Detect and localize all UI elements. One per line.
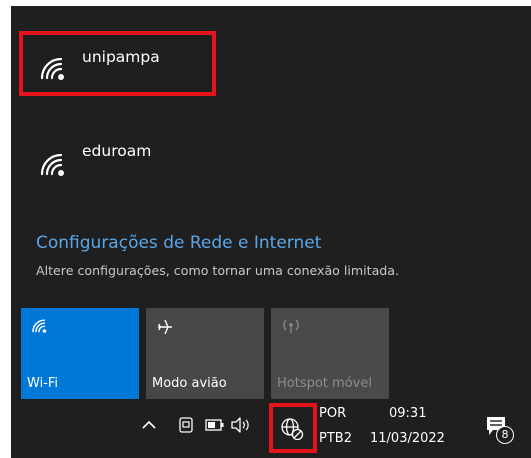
action-center-button[interactable]: 8 — [485, 415, 515, 445]
wifi-icon — [40, 153, 64, 176]
volume-icon[interactable] — [230, 416, 252, 434]
notification-count-badge: 8 — [496, 426, 514, 444]
clock-date: 11/03/2022 — [370, 431, 445, 446]
highlight-box — [269, 403, 317, 453]
airplane-icon — [158, 319, 172, 335]
camera-icon[interactable] — [177, 416, 195, 434]
battery-icon[interactable] — [205, 419, 225, 431]
tile-wifi[interactable]: Wi-Fi — [21, 308, 139, 399]
clock-time: 09:31 — [389, 406, 427, 421]
tile-label: Hotspot móvel — [277, 376, 372, 391]
tile-mobile-hotspot: Hotspot móvel — [271, 308, 389, 399]
network-name: eduroam — [82, 142, 152, 160]
tile-label: Modo avião — [152, 376, 227, 391]
tile-label: Wi-Fi — [27, 376, 59, 391]
network-item-eduroam[interactable]: eduroam — [11, 112, 531, 198]
chevron-up-icon[interactable] — [142, 420, 156, 430]
tile-airplane-mode[interactable]: Modo avião — [146, 308, 264, 399]
hotspot-icon — [283, 319, 299, 333]
network-settings-description: Altere configurações, como tornar uma co… — [36, 263, 400, 278]
highlight-box — [19, 31, 216, 96]
network-settings-link[interactable]: Configurações de Rede e Internet — [36, 233, 321, 253]
keyboard-layout: PTB2 — [319, 431, 352, 446]
language-code: POR — [319, 406, 347, 421]
wifi-icon — [32, 319, 47, 333]
